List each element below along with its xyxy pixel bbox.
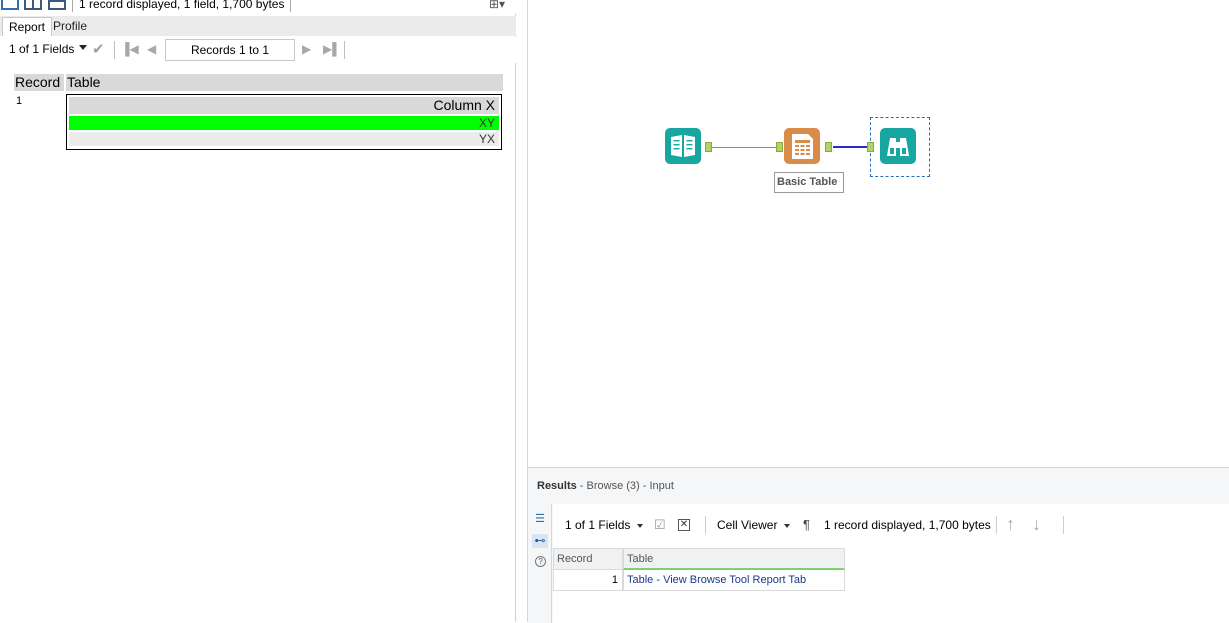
list-icon[interactable]: ☰ (533, 512, 547, 526)
binoculars-icon (887, 138, 909, 156)
close-box-icon[interactable]: ✕ (678, 519, 690, 531)
browse-tabs: Report Profile (0, 16, 516, 36)
table-icon (792, 134, 813, 159)
help-icon[interactable]: ? (535, 556, 546, 567)
report-header-record: Record (15, 74, 61, 90)
report-header-row: Record Table (14, 74, 503, 91)
chevron-down-icon[interactable] (79, 45, 87, 50)
chevron-down-icon[interactable] (784, 524, 790, 528)
results-title-bold: Results (537, 480, 577, 492)
results-title-context: - Browse (3) - Input (576, 480, 674, 492)
results-panel: Results - Browse (3) - Input ☰ ⊷ ? 1 of … (527, 467, 1229, 623)
grid-cell-record-number[interactable]: 1 (553, 570, 623, 591)
grid-cell-table-value[interactable]: Table - View Browse Tool Report Tab (623, 570, 845, 591)
browse-tool-icon[interactable] (880, 128, 916, 164)
browse-status-text: 1 record displayed, 1 field, 1,700 bytes (72, 0, 292, 12)
results-title: Results - Browse (3) - Input (537, 480, 674, 492)
grid-header-table[interactable]: Table (623, 548, 845, 570)
input-anchor[interactable] (776, 142, 783, 152)
first-record-icon[interactable]: ▐◀ (121, 43, 139, 55)
browse-top-toolbar: 1 record displayed, 1 field, 1,700 bytes… (0, 0, 516, 14)
results-status-text: 1 record displayed, 1,700 bytes (824, 518, 991, 532)
tab-profile[interactable]: Profile (47, 17, 93, 36)
book-icon (671, 135, 695, 157)
results-sidebar: ☰ ⊷ ? (528, 504, 552, 623)
tool-annotation-label[interactable]: Basic Table (774, 172, 844, 193)
report-header-table: Table (67, 74, 101, 90)
embedded-table-row-highlighted: XY (69, 116, 499, 130)
embedded-table-header: Column X (69, 97, 499, 114)
report-row-number: 1 (16, 95, 23, 107)
toolbar-divider (114, 41, 115, 59)
toolbar-divider (1063, 516, 1064, 534)
check-icon[interactable]: ✔ (92, 40, 105, 58)
records-range-display: Records 1 to 1 (165, 39, 295, 61)
results-fields-dropdown[interactable]: 1 of 1 Fields (565, 518, 630, 532)
report-embedded-table: Column X XY YX (66, 94, 502, 150)
chevron-down-icon[interactable] (637, 524, 643, 528)
connection-line-selected[interactable] (833, 146, 868, 148)
workflow-canvas[interactable]: Basic Table (527, 0, 1229, 467)
results-body: 1 of 1 Fields ☑ ✕ Cell Viewer ¶ 1 record… (553, 504, 1229, 623)
checkbox-check-icon[interactable]: ☑ (654, 517, 666, 533)
cell-viewer-dropdown[interactable]: Cell Viewer (717, 518, 777, 532)
results-grid: Record Table 1 Table - View Browse Tool … (553, 548, 845, 592)
next-record-icon[interactable]: ▶ (302, 43, 311, 55)
toolbar-divider (996, 516, 997, 534)
results-toolbar: 1 of 1 Fields ☑ ✕ Cell Viewer ¶ 1 record… (553, 504, 1229, 546)
output-anchor[interactable] (705, 142, 712, 152)
browse-panel: 1 record displayed, 1 field, 1,700 bytes… (0, 0, 516, 622)
split-horizontal-view-icon[interactable] (48, 0, 66, 10)
last-record-icon[interactable]: ▶▌ (323, 43, 341, 55)
fields-dropdown[interactable]: 1 of 1 Fields (9, 42, 74, 56)
record-toolbar: 1 of 1 Fields ✔ ▐◀ ◀ Records 1 to 1 ▶ ▶▌ (0, 37, 516, 63)
basic-table-tool-icon[interactable] (784, 128, 820, 164)
grid-header-record[interactable]: Record (553, 548, 623, 570)
arrow-down-icon[interactable]: ↓ (1032, 514, 1041, 535)
arrow-up-icon[interactable]: ↑ (1006, 514, 1015, 535)
embedded-table-row: YX (69, 132, 499, 146)
single-view-icon[interactable] (1, 0, 19, 10)
split-vertical-view-icon[interactable] (24, 0, 42, 10)
input-data-tool-icon[interactable] (665, 128, 701, 164)
pilcrow-icon[interactable]: ¶ (803, 517, 810, 532)
header-divider (64, 74, 66, 91)
report-view: Record Table 1 Column X XY YX (0, 63, 514, 622)
output-anchor[interactable] (825, 142, 832, 152)
binoculars-icon[interactable]: ⊷ (532, 534, 548, 548)
previous-record-icon[interactable]: ◀ (147, 43, 156, 55)
toolbar-divider (705, 516, 706, 534)
input-anchor[interactable] (867, 142, 874, 152)
toolbar-divider (344, 41, 345, 59)
tab-report[interactable]: Report (2, 17, 53, 36)
connection-line[interactable] (712, 147, 778, 148)
add-view-icon[interactable]: ⊞▾ (489, 0, 505, 11)
